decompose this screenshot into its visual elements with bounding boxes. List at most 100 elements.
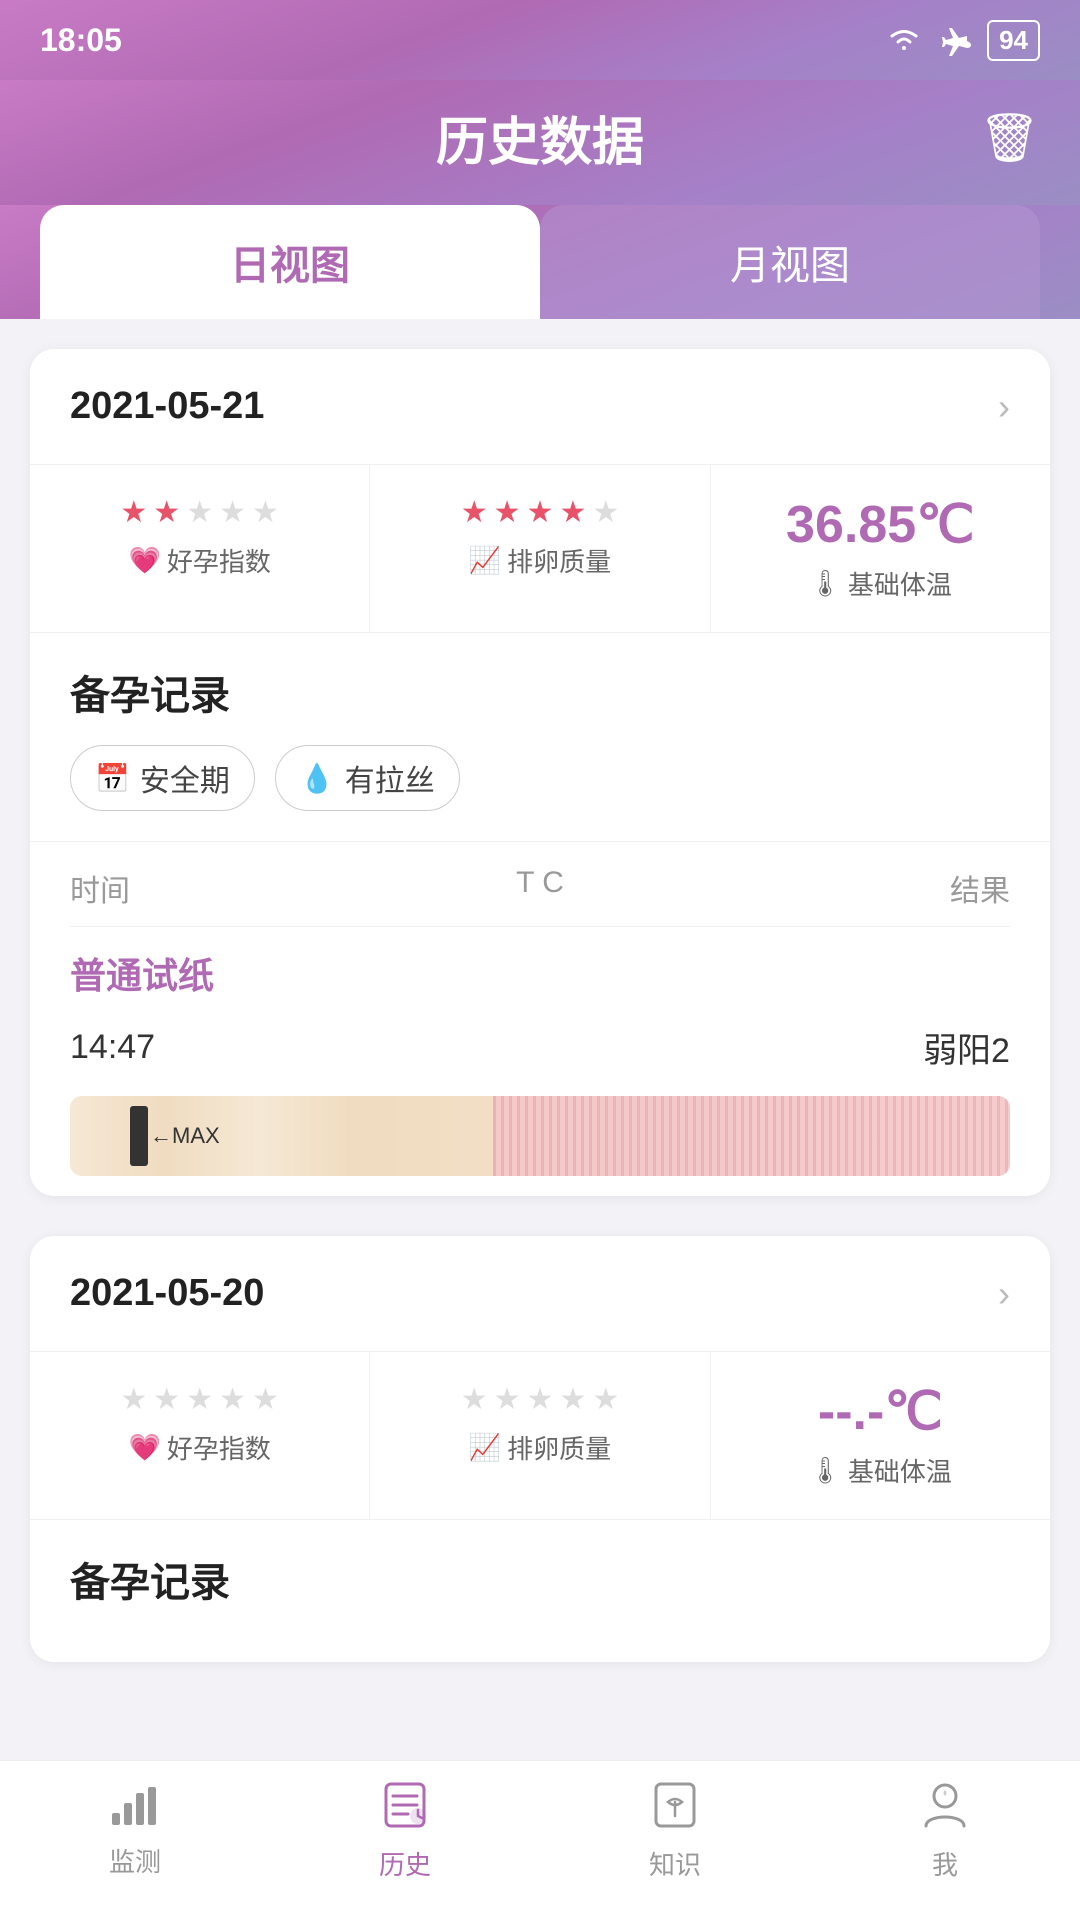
p2star-5: ★ [252, 1382, 279, 1417]
star-5: ★ [252, 495, 279, 530]
chevron-right-icon-2: › [998, 1273, 1010, 1315]
stats-row-1: ★ ★ ★ ★ ★ 💗 好孕指数 ★ ★ ★ ★ ★ [30, 465, 1050, 633]
drop-icon: 💧 [300, 762, 335, 795]
tab-day-view[interactable]: 日视图 [40, 205, 540, 319]
thermometer-icon: 🌡 [809, 568, 842, 599]
chevron-right-icon-1: › [998, 386, 1010, 428]
pregnancy-record-1: 备孕记录 📅 安全期 💧 有拉丝 [30, 633, 1050, 842]
record-tags-1: 📅 安全期 💧 有拉丝 [70, 745, 1010, 811]
ovulation-stars-2: ★ ★ ★ ★ ★ [390, 1382, 689, 1417]
o2star-3: ★ [527, 1382, 554, 1417]
page-header: 历史数据 🗑 [0, 80, 1080, 205]
tab-bar: 日视图 月视图 [0, 205, 1080, 319]
test-type-1: 普通试纸 [70, 927, 1010, 1009]
nav-item-knowledge[interactable]: 知识 [540, 1761, 810, 1900]
nav-item-history[interactable]: 历史 [270, 1761, 540, 1900]
history-card-1: 2021-05-21 › ★ ★ ★ ★ ★ 💗 好孕指数 [30, 349, 1050, 1196]
temp-label-1: 🌡 基础体温 [731, 565, 1030, 602]
nav-label-monitor: 监测 [109, 1842, 161, 1879]
stat-temp-2: --.-℃ 🌡 基础体温 [711, 1352, 1050, 1519]
test-section-1: 时间 T C 结果 普通试纸 14:47 弱阳2 ←MAX [30, 842, 1050, 1176]
bottom-nav: 监测 历史 知识 [0, 1760, 1080, 1920]
pregnancy-stars-1: ★ ★ ★ ★ ★ [50, 495, 349, 530]
profile-icon [922, 1780, 968, 1835]
o2star-4: ★ [559, 1382, 586, 1417]
temp-value-1: 36.85℃ [731, 495, 1030, 555]
ostar-3: ★ [527, 495, 554, 530]
col-time: 时间 [70, 866, 130, 910]
p2star-2: ★ [153, 1382, 180, 1417]
history-card-2: 2021-05-20 › ★ ★ ★ ★ ★ 💗 好孕指数 [30, 1236, 1050, 1662]
nav-item-profile[interactable]: 我 [810, 1761, 1080, 1900]
monitor-icon [110, 1783, 160, 1832]
ovulation-stars-1: ★ ★ ★ ★ ★ [390, 495, 689, 530]
wifi-icon [885, 26, 923, 54]
chart-icon-2: 📈 [469, 1432, 501, 1463]
p2star-4: ★ [219, 1382, 246, 1417]
star-3: ★ [186, 495, 213, 530]
tab-month-view[interactable]: 月视图 [540, 205, 1040, 319]
stat-pregnancy-index-2: ★ ★ ★ ★ ★ 💗 好孕指数 [30, 1352, 370, 1519]
star-4: ★ [219, 495, 246, 530]
stat-pregnancy-index-1: ★ ★ ★ ★ ★ 💗 好孕指数 [30, 465, 370, 632]
card-date-1: 2021-05-21 [70, 385, 264, 428]
card-header-2[interactable]: 2021-05-20 › [30, 1236, 1050, 1352]
star-2: ★ [153, 495, 180, 530]
delete-button[interactable]: 🗑 [979, 109, 1040, 166]
ostar-1: ★ [461, 495, 488, 530]
nav-item-monitor[interactable]: 监测 [0, 1761, 270, 1900]
test-table-header: 时间 T C 结果 [70, 842, 1010, 927]
nav-label-knowledge: 知识 [649, 1845, 701, 1882]
card-header-1[interactable]: 2021-05-21 › [30, 349, 1050, 465]
history-icon [380, 1780, 430, 1835]
pregnancy-stars-2: ★ ★ ★ ★ ★ [50, 1382, 349, 1417]
star-1: ★ [120, 495, 147, 530]
stat-ovulation-1: ★ ★ ★ ★ ★ 📈 排卵质量 [370, 465, 710, 632]
calendar-icon: 📅 [95, 762, 130, 795]
strip-lines [493, 1096, 1010, 1176]
nav-label-profile: 我 [932, 1845, 958, 1882]
test-row-1: 14:47 弱阳2 [70, 1009, 1010, 1086]
test-time-1: 14:47 [70, 1028, 155, 1067]
page-title: 历史数据 [436, 100, 644, 175]
ostar-4: ★ [559, 495, 586, 530]
ostar-5: ★ [592, 495, 619, 530]
main-content: 2021-05-21 › ★ ★ ★ ★ ★ 💗 好孕指数 [0, 319, 1080, 1862]
o2star-2: ★ [494, 1382, 521, 1417]
status-right: 94 [885, 20, 1040, 61]
col-result: 结果 [950, 866, 1010, 910]
record-title-2: 备孕记录 [70, 1550, 1010, 1608]
stats-row-2: ★ ★ ★ ★ ★ 💗 好孕指数 ★ ★ ★ ★ ★ [30, 1352, 1050, 1520]
heart-icon-2: 💗 [128, 1432, 160, 1463]
thermometer-icon-2: 🌡 [809, 1455, 842, 1486]
heart-icon: 💗 [128, 545, 160, 576]
status-time: 18:05 [40, 22, 122, 59]
temp-label-2: 🌡 基础体温 [731, 1452, 1030, 1489]
pregnancy-record-2: 备孕记录 [30, 1520, 1050, 1662]
ovulation-label-1: 📈 排卵质量 [390, 542, 689, 579]
tag-safe-period: 📅 安全期 [70, 745, 255, 811]
card-date-2: 2021-05-20 [70, 1272, 264, 1315]
o2star-5: ★ [592, 1382, 619, 1417]
record-title-1: 备孕记录 [70, 663, 1010, 721]
temp-value-2: --.-℃ [731, 1382, 1030, 1442]
airplane-icon [939, 24, 971, 56]
strip-arrow-icon: ←MAX [150, 1123, 220, 1149]
strip-mark [130, 1106, 148, 1166]
p2star-3: ★ [186, 1382, 213, 1417]
status-bar: 18:05 94 [0, 0, 1080, 80]
o2star-1: ★ [461, 1382, 488, 1417]
stat-temp-1: 36.85℃ 🌡 基础体温 [711, 465, 1050, 632]
stat-ovulation-2: ★ ★ ★ ★ ★ 📈 排卵质量 [370, 1352, 710, 1519]
ostar-2: ★ [494, 495, 521, 530]
knowledge-icon [650, 1780, 700, 1835]
col-tc: T C [516, 866, 564, 910]
nav-label-history: 历史 [379, 1845, 431, 1882]
ovulation-label-2: 📈 排卵质量 [390, 1429, 689, 1466]
test-result-1: 弱阳2 [923, 1023, 1010, 1072]
battery-indicator: 94 [987, 20, 1040, 61]
pregnancy-label-2: 💗 好孕指数 [50, 1429, 349, 1466]
p2star-1: ★ [120, 1382, 147, 1417]
pregnancy-label-1: 💗 好孕指数 [50, 542, 349, 579]
test-strip-image: ←MAX [70, 1096, 1010, 1176]
